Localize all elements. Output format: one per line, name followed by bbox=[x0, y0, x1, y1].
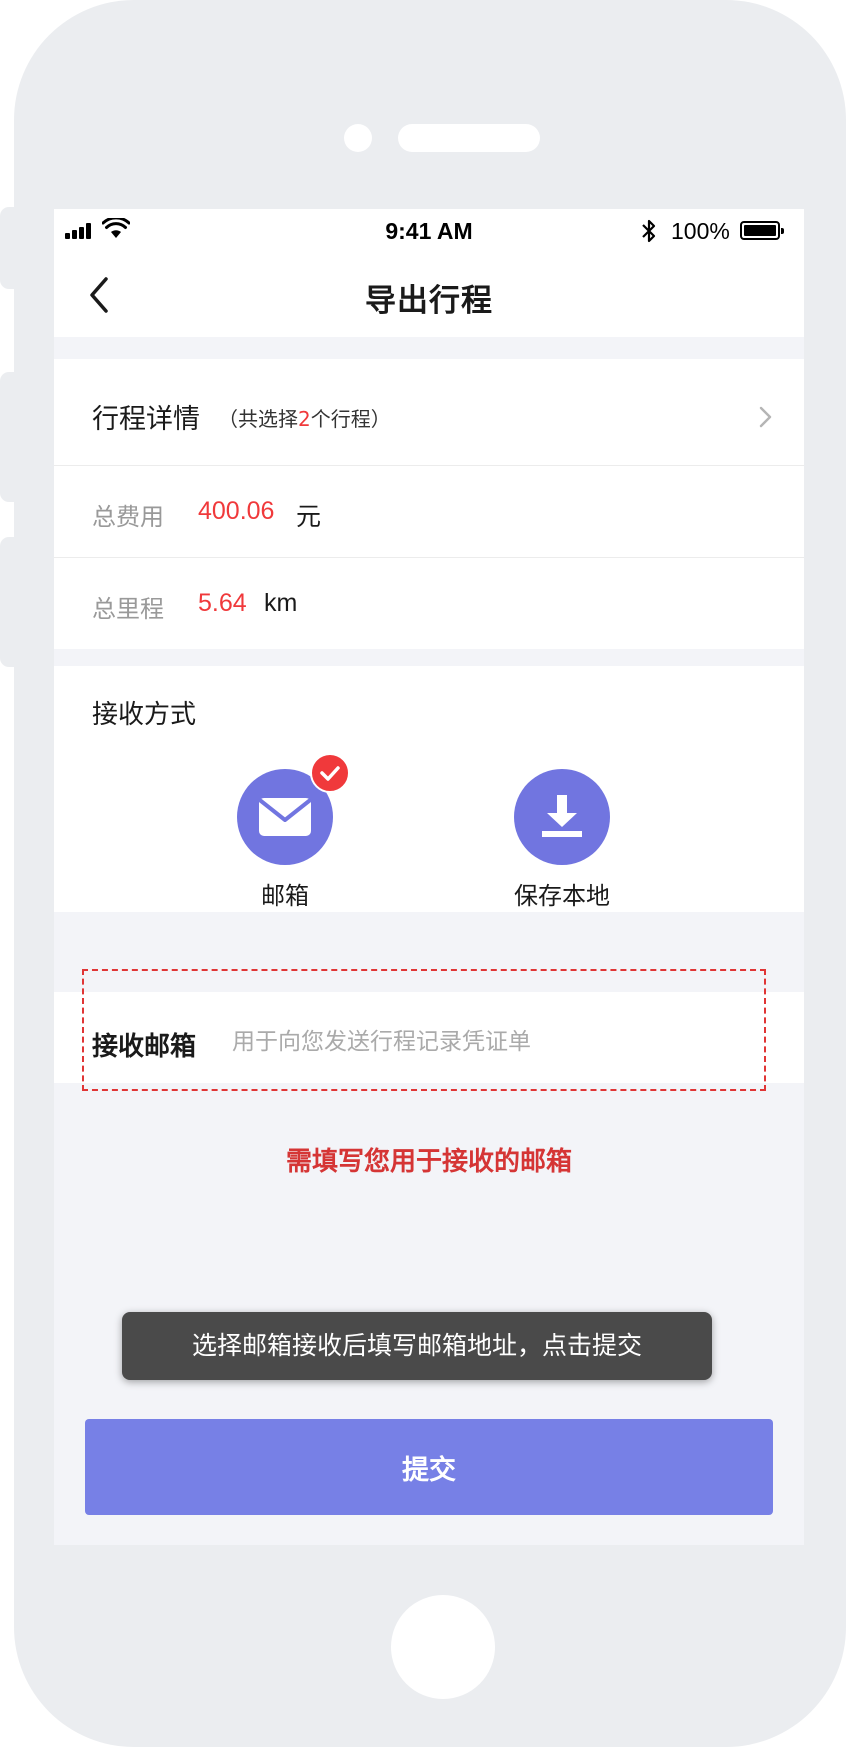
selected-check-icon bbox=[310, 753, 350, 793]
method-label-save-local: 保存本地 bbox=[514, 882, 610, 910]
method-label-email: 邮箱 bbox=[261, 882, 309, 910]
total-distance-label: 总里程 bbox=[92, 595, 164, 623]
annotation-hint: 需填写您用于接收的邮箱 bbox=[285, 1147, 572, 1177]
total-cost-label: 总费用 bbox=[92, 503, 164, 531]
page-title: 导出行程 bbox=[365, 283, 493, 319]
receive-method-card: 接收方式 邮箱 保存本地 bbox=[54, 666, 804, 912]
total-distance-row: 总里程 5.64 km bbox=[54, 558, 804, 649]
receive-method-title: 接收方式 bbox=[92, 700, 197, 730]
nav-bar: 导出行程 bbox=[54, 253, 804, 337]
earpiece-speaker bbox=[398, 124, 540, 152]
battery-percent: 100% bbox=[671, 218, 730, 244]
battery-icon bbox=[740, 221, 784, 240]
volume-down-button bbox=[0, 537, 18, 667]
total-distance-unit: km bbox=[264, 589, 298, 617]
trip-detail-title: 行程详情 bbox=[92, 404, 200, 435]
front-camera bbox=[344, 124, 372, 152]
home-button[interactable] bbox=[391, 1595, 495, 1699]
mute-switch bbox=[0, 207, 18, 289]
total-cost-unit: 元 bbox=[296, 503, 322, 531]
toast-message: 选择邮箱接收后填写邮箱地址，点击提交 bbox=[122, 1312, 712, 1380]
trip-detail-row[interactable]: 行程详情 （共选择2个行程） bbox=[54, 359, 804, 465]
chevron-right-icon bbox=[759, 406, 772, 428]
annotation-highlight-box bbox=[82, 969, 766, 1091]
total-cost-value: 400.06 bbox=[198, 497, 275, 525]
total-distance-value: 5.64 bbox=[198, 589, 247, 617]
screen: 9:41 AM 100% 导出行程 行程详情 （共选择2个行程） 总费用 400… bbox=[54, 209, 804, 1545]
submit-button[interactable]: 提交 bbox=[85, 1419, 773, 1515]
trip-count: 2 bbox=[298, 407, 311, 431]
total-cost-row: 总费用 400.06 元 bbox=[54, 466, 804, 557]
download-icon[interactable] bbox=[514, 769, 610, 865]
bluetooth-icon bbox=[642, 219, 656, 243]
volume-up-button bbox=[0, 372, 18, 502]
trip-count-summary: （共选择2个行程） bbox=[218, 407, 391, 431]
status-bar: 9:41 AM 100% bbox=[54, 209, 804, 253]
